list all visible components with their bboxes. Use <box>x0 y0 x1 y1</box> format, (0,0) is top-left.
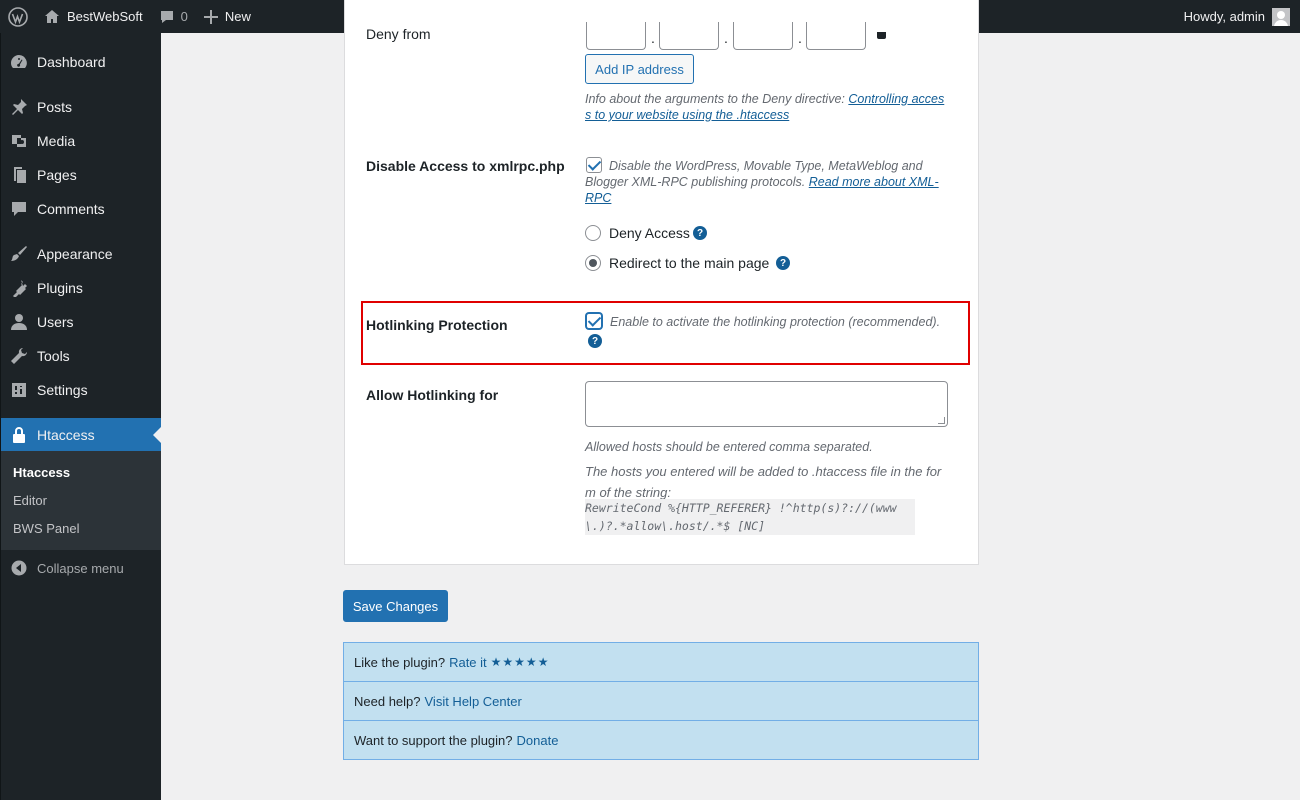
sidebar-item-appearance[interactable]: Appearance <box>1 237 161 271</box>
ip-separator: . <box>798 30 802 46</box>
comment-bubble-icon <box>160 10 173 23</box>
need-help-text: Need help? <box>354 693 421 709</box>
donate-row: Want to support the plugin? Donate <box>344 721 978 760</box>
ip-octet-4-input[interactable] <box>806 22 866 50</box>
ip-octet-2-input[interactable] <box>659 22 719 50</box>
sidebar-item-plugins[interactable]: Plugins <box>1 271 161 305</box>
submenu-item-htaccess[interactable]: Htaccess <box>1 458 161 486</box>
sidebar-item-comments[interactable]: Comments <box>1 192 161 226</box>
sidebar-item-label: Appearance <box>37 246 113 262</box>
dashboard-icon <box>1 53 37 71</box>
pages-icon <box>1 166 37 184</box>
sidebar-item-label: Posts <box>37 99 73 115</box>
rewrite-cond-code: RewriteCond %{HTTP_REFERER} !^http(s)?:/… <box>585 499 915 535</box>
sidebar-item-media[interactable]: Media <box>1 124 161 158</box>
site-name: BestWebSoft <box>67 9 143 24</box>
allow-hotlinking-textarea[interactable] <box>585 381 948 427</box>
user-icon <box>1 313 37 331</box>
sidebar-item-label: Settings <box>37 382 88 398</box>
hosts-added-description: The hosts you entered will be added to .… <box>585 464 942 500</box>
add-ip-address-button[interactable]: Add IP address <box>585 54 694 84</box>
comments-link[interactable]: 0 <box>151 0 196 33</box>
lock-icon <box>1 426 37 444</box>
site-name-link[interactable]: BestWebSoft <box>36 0 151 33</box>
my-account-link[interactable]: Howdy, admin <box>1176 0 1300 33</box>
brush-icon <box>1 245 37 263</box>
xmlrpc-label: Disable Access to xmlrpc.php <box>366 158 565 174</box>
like-plugin-text: Like the plugin? <box>354 654 446 670</box>
sidebar-item-pages[interactable]: Pages <box>1 158 161 192</box>
allowed-hosts-description: Allowed hosts should be entered comma se… <box>585 440 873 454</box>
comment-icon <box>1 200 37 218</box>
ip-separator: . <box>724 30 728 46</box>
hotlinking-protection-checkbox[interactable] <box>586 313 602 329</box>
avatar <box>1272 7 1290 26</box>
rate-plugin-row: Like the plugin? Rate it ★★★★★ <box>344 643 978 682</box>
pin-icon <box>1 98 37 116</box>
rating-stars[interactable]: ★★★★★ <box>491 655 550 669</box>
sidebar-item-dashboard[interactable]: Dashboard <box>1 45 161 79</box>
sidebar-item-posts[interactable]: Posts <box>1 90 161 124</box>
hotlinking-protection-label: Hotlinking Protection <box>366 317 508 333</box>
trash-icon[interactable] <box>877 32 886 39</box>
htaccess-submenu: Htaccess Editor BWS Panel <box>1 451 161 550</box>
ip-separator: . <box>651 30 655 46</box>
sidebar-item-label: Pages <box>37 167 77 183</box>
sidebar-item-label: Htaccess <box>37 427 95 443</box>
help-center-row: Need help? Visit Help Center <box>344 682 978 721</box>
help-icon[interactable]: ? <box>776 256 790 270</box>
deny-desc-text: Info about the arguments to the Deny dir… <box>585 92 845 106</box>
new-label: New <box>224 9 251 24</box>
redirect-main-page-label: Redirect to the main page <box>609 255 770 271</box>
sidebar-item-settings[interactable]: Settings <box>1 373 161 407</box>
sidebar-item-htaccess[interactable]: Htaccess <box>1 418 161 452</box>
sidebar-item-label: Plugins <box>37 280 83 296</box>
visit-help-center-link[interactable]: Visit Help Center <box>425 694 522 709</box>
plug-icon <box>1 279 37 297</box>
deny-access-radio[interactable] <box>585 225 601 241</box>
sidebar-item-label: Dashboard <box>37 54 106 70</box>
submenu-item-bws-panel[interactable]: BWS Panel <box>1 514 161 542</box>
support-plugin-text: Want to support the plugin? <box>354 733 513 748</box>
redirect-main-page-radio[interactable] <box>585 255 601 271</box>
new-content-link[interactable]: New <box>196 0 259 33</box>
sidebar-item-label: Media <box>37 133 76 149</box>
ip-octet-3-input[interactable] <box>733 22 793 50</box>
sidebar-item-users[interactable]: Users <box>1 305 161 339</box>
rate-it-link[interactable]: Rate it <box>449 655 487 670</box>
hotlinking-highlight-box <box>361 301 970 365</box>
deny-access-label: Deny Access <box>609 225 690 241</box>
allow-hotlinking-label: Allow Hotlinking for <box>366 387 499 403</box>
sidebar-item-label: Users <box>37 314 74 330</box>
xmlrpc-description: Disable the WordPress, Movable Type, Met… <box>585 158 947 206</box>
collapse-arrow-icon <box>1 560 37 576</box>
plus-icon <box>203 9 218 24</box>
wrench-icon <box>1 347 37 365</box>
collapse-label: Collapse menu <box>37 560 124 576</box>
deny-directive-description: Info about the arguments to the Deny dir… <box>585 91 947 123</box>
comments-count: 0 <box>180 9 188 24</box>
plugin-info-panel: Like the plugin? Rate it ★★★★★ Need help… <box>343 642 979 760</box>
media-icon <box>1 132 37 150</box>
settings-card: Deny from . . . Add IP address Info abou… <box>344 0 979 565</box>
donate-link[interactable]: Donate <box>517 733 559 748</box>
wordpress-logo-icon[interactable] <box>0 0 36 33</box>
home-icon <box>45 9 59 23</box>
submenu-item-editor[interactable]: Editor <box>1 486 161 514</box>
save-changes-button[interactable]: Save Changes <box>343 590 448 622</box>
sidebar-item-label: Comments <box>37 201 105 217</box>
deny-from-label: Deny from <box>366 26 431 42</box>
sidebar-item-tools[interactable]: Tools <box>1 339 161 373</box>
sliders-icon <box>1 381 37 399</box>
sidebar-item-label: Tools <box>37 348 70 364</box>
greeting: Howdy, admin <box>1183 9 1265 24</box>
admin-sidebar: Dashboard Posts Media Pages Comments App… <box>0 33 161 800</box>
help-icon[interactable]: ? <box>693 226 707 240</box>
collapse-menu-button[interactable]: Collapse menu <box>1 553 124 583</box>
hotlinking-description: Enable to activate the hotlinking protec… <box>610 315 941 329</box>
help-icon[interactable]: ? <box>588 334 602 348</box>
ip-octet-1-input[interactable] <box>586 22 646 50</box>
